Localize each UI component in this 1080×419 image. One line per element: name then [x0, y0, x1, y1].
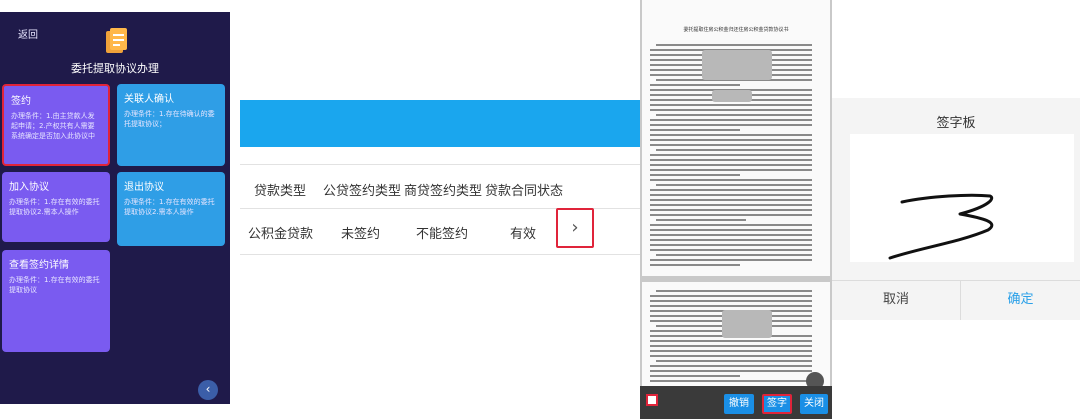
document-text-line [650, 129, 740, 131]
document-text-line [650, 154, 812, 156]
divider [240, 164, 640, 165]
document-text-line [650, 295, 812, 297]
document-text-line [650, 264, 740, 266]
card-description: 办理条件：1.存在有效的委托提取协议 [9, 276, 100, 294]
document-text-line [656, 360, 812, 362]
redacted-area [712, 90, 752, 102]
exit-agreement-card[interactable]: 退出协议 办理条件：1.存在有效的委托提取协议2.需本人操作 [117, 172, 225, 246]
join-agreement-card[interactable]: 加入协议 办理条件：1.存在有效的委托提取协议2.需本人操作 [2, 172, 110, 242]
column-header-loan-type: 贷款类型 [254, 184, 307, 199]
column-header-contract-status: 贷款合同状态 [485, 184, 564, 199]
chevron-right-icon[interactable]: › [556, 208, 594, 248]
agreement-menu-screen: 返回 委托提取协议办理 签约 办理条件：1.由主贷款人发起申请；2.产权共有人需… [0, 12, 230, 404]
document-text-line [650, 194, 812, 196]
card-description: 办理条件：1.存在有效的委托提取协议2.需本人操作 [124, 198, 215, 216]
document-text-line [650, 350, 812, 352]
confirm-button[interactable]: 确定 [961, 280, 1080, 320]
document-text-line [650, 229, 812, 231]
back-link[interactable]: 返回 [18, 26, 38, 41]
agreement-document-viewer: 委托提取住房公积金归还住房公积金贷款协议书 撤销 签字 关闭 [640, 0, 832, 419]
card-title: 加入协议 [9, 182, 49, 193]
document-text-line [650, 164, 812, 166]
document-text-line [656, 219, 746, 221]
sign-agreement-card[interactable]: 签约 办理条件：1.由主贷款人发起申请；2.产权共有人需要系统确定是否加入此协议… [2, 84, 110, 166]
divider [240, 254, 640, 255]
card-title: 关联人确认 [124, 94, 174, 105]
agree-checkbox[interactable] [646, 394, 658, 406]
card-title: 查看签约详情 [9, 260, 69, 271]
document-text-line [650, 234, 812, 236]
document-page [642, 282, 830, 386]
document-app-icon [106, 28, 127, 53]
cell-contract-status: 有效 [510, 227, 537, 242]
column-header-public-sign-type: 公贷签约类型 [323, 184, 402, 199]
document-text-line [650, 124, 812, 126]
signature-pad: 签字板 取消 确定 [832, 98, 1080, 320]
loan-status-table: 贷款类型 公贷签约类型 商贷签约类型 贷款合同状态 公积金贷款 未签约 不能签约… [240, 100, 640, 320]
cancel-button[interactable]: 取消 [832, 280, 960, 320]
chevron-left-icon[interactable]: ‹ [198, 380, 218, 400]
document-text-line [650, 345, 812, 347]
document-text-line [650, 199, 812, 201]
document-text-line [650, 174, 740, 176]
card-description: 办理条件：1.存在有效的委托提取协议2.需本人操作 [9, 198, 100, 216]
close-button[interactable]: 关闭 [800, 394, 828, 414]
related-person-confirm-card[interactable]: 关联人确认 办理条件：1.存在待确认的委托提取协议； [117, 84, 225, 166]
document-text-line [650, 119, 812, 121]
document-text-line [656, 290, 812, 292]
document-text-line [656, 184, 812, 186]
column-header-commercial-sign-type: 商贷签约类型 [404, 184, 483, 199]
document-text-line [650, 214, 812, 216]
signature-stroke [888, 193, 994, 260]
header-bar [240, 100, 640, 147]
document-page: 委托提取住房公积金归还住房公积金贷款协议书 [642, 0, 830, 276]
document-title: 委托提取住房公积金归还住房公积金贷款协议书 [683, 27, 789, 33]
document-text-line [650, 144, 812, 146]
document-text-line [656, 114, 812, 116]
document-text-line [650, 300, 812, 302]
document-text-line [656, 149, 812, 151]
document-text-line [650, 380, 812, 382]
document-text-line [650, 355, 812, 357]
document-text-line [650, 244, 812, 246]
signature-canvas[interactable] [850, 134, 1074, 262]
undo-button[interactable]: 撤销 [724, 394, 754, 414]
document-text-line [650, 179, 812, 181]
document-text-line [650, 189, 812, 191]
document-text-line [650, 340, 812, 342]
document-text-line [656, 44, 812, 46]
document-text-line [650, 209, 812, 211]
redacted-area [722, 310, 772, 338]
document-text-line [650, 109, 812, 111]
document-text-line [650, 239, 812, 241]
document-text-line [650, 375, 740, 377]
document-text-line [650, 305, 812, 307]
page-title: 委托提取协议办理 [71, 62, 159, 75]
document-text-line [650, 259, 812, 261]
document-text-line [650, 204, 812, 206]
redacted-area [702, 50, 772, 80]
signature-pad-title: 签字板 [936, 116, 976, 131]
card-description: 办理条件：1.由主贷款人发起申请；2.产权共有人需要系统确定是否加入此协议中 [11, 112, 95, 140]
document-text-line [650, 139, 812, 141]
cell-commercial-sign-type: 不能签约 [416, 227, 469, 242]
card-description: 办理条件：1.存在待确认的委托提取协议； [124, 110, 215, 128]
document-text-line [650, 249, 812, 251]
sign-button[interactable]: 签字 [762, 394, 792, 414]
view-signing-details-card[interactable]: 查看签约详情 办理条件：1.存在有效的委托提取协议 [2, 250, 110, 352]
document-text-line [650, 169, 812, 171]
document-text-line [650, 365, 812, 367]
document-text-line [650, 134, 812, 136]
document-text-line [650, 159, 812, 161]
cell-public-sign-type: 未签约 [341, 227, 381, 242]
card-title: 签约 [11, 96, 31, 107]
document-text-line [650, 370, 812, 372]
document-text-line [656, 254, 812, 256]
document-text-line [650, 104, 812, 106]
document-text-line [650, 224, 812, 226]
cell-loan-type: 公积金贷款 [248, 227, 314, 242]
card-title: 退出协议 [124, 182, 164, 193]
document-text-line [650, 84, 740, 86]
